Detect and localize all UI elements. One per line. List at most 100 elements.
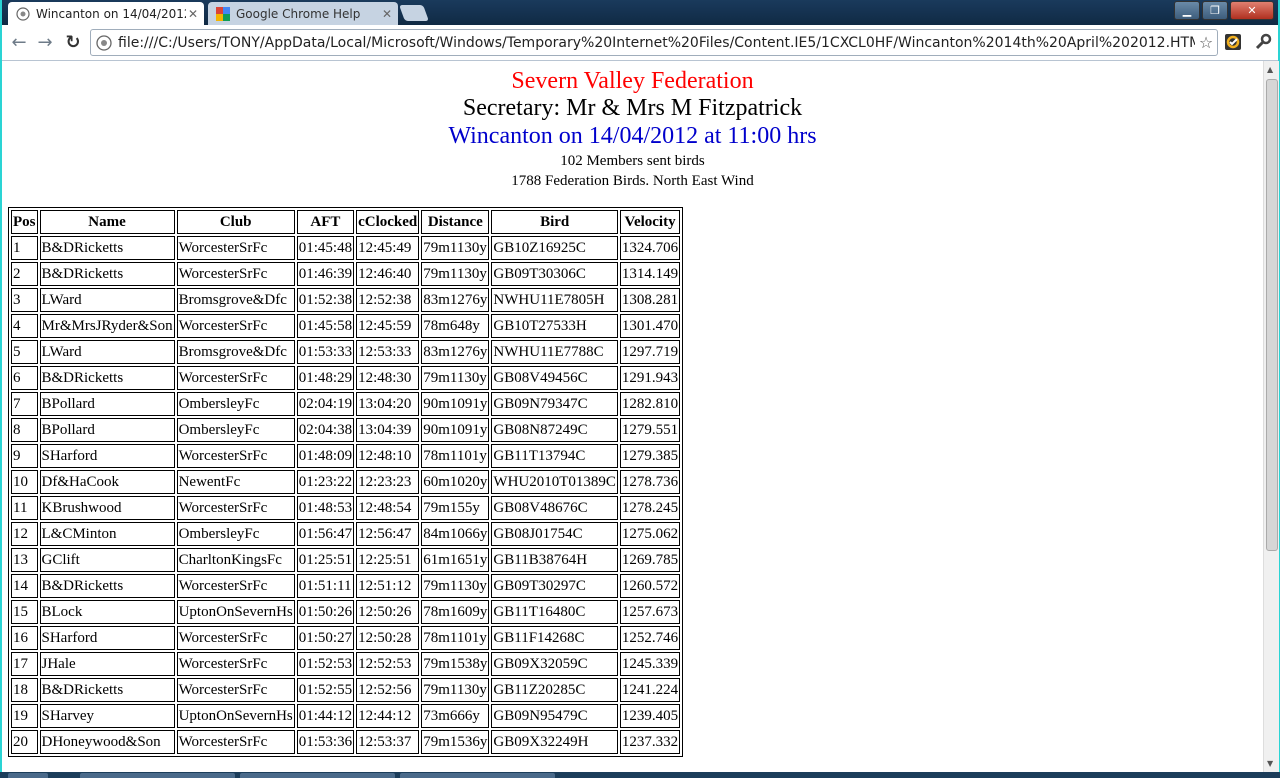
- vertical-scrollbar[interactable]: ▲ ▼: [1263, 61, 1279, 772]
- header-pos: Pos: [11, 210, 38, 234]
- scroll-up-icon[interactable]: ▲: [1267, 65, 1273, 74]
- tab-chrome-help[interactable]: Google Chrome Help ✕: [208, 2, 398, 25]
- members-line: 102 Members sent birds: [560, 153, 705, 169]
- cell-name: LWard: [39, 340, 175, 364]
- taskbar-item[interactable]: [400, 773, 555, 778]
- cell-name: B&DRicketts: [39, 236, 175, 260]
- cell-distance: 79m1130y: [421, 366, 490, 390]
- cell-aft: 01:23:22: [296, 470, 355, 494]
- cell-bird: GB09T30297C: [491, 574, 618, 598]
- cell-bird: GB09X32249H: [491, 730, 618, 754]
- table-row: 4 Mr&MrsJRyder&Son WorcesterSrFc 01:45:58 12…: [11, 314, 681, 338]
- table-row: 1 B&DRicketts WorcesterSrFc 01:45:48 12:45:4…: [11, 236, 681, 260]
- taskbar-item[interactable]: [80, 773, 235, 778]
- cell-distance: 78m1609y: [421, 600, 490, 624]
- cell-velocity: 1241.224: [619, 678, 681, 702]
- cell-distance: 83m1276y: [421, 340, 490, 364]
- cell-velocity: 1308.281: [619, 288, 681, 312]
- cell-club: WorcesterSrFc: [176, 626, 295, 650]
- close-icon[interactable]: ✕: [380, 7, 394, 21]
- cell-velocity: 1291.943: [619, 366, 681, 390]
- cell-distance: 84m1066y: [421, 522, 490, 546]
- cell-velocity: 1314.149: [619, 262, 681, 286]
- cell-velocity: 1279.385: [619, 444, 681, 468]
- cell-club: Bromsgrove&Dfc: [176, 288, 295, 312]
- cell-club: WorcesterSrFc: [176, 236, 295, 260]
- browser-toolbar: ← → ↻ file:///C:/Users/TONY/AppData/Loca…: [2, 25, 1278, 61]
- cell-aft: 01:52:55: [296, 678, 355, 702]
- minimize-icon[interactable]: ▁: [1174, 1, 1200, 20]
- cell-name: SHarford: [39, 626, 175, 650]
- cell-club: WorcesterSrFc: [176, 314, 295, 338]
- taskbar-item[interactable]: [240, 773, 395, 778]
- table-row: 10 Df&HaCook NewentFc 01:23:22 12:23:23 60m10…: [11, 470, 681, 494]
- cell-distance: 79m155y: [421, 496, 490, 520]
- cell-clocked: 12:56:47: [356, 522, 420, 546]
- cell-pos: 4: [11, 314, 38, 338]
- cell-club: WorcesterSrFc: [176, 574, 295, 598]
- cell-distance: 79m1538y: [421, 652, 490, 676]
- cell-clocked: 12:48:30: [356, 366, 420, 390]
- cell-clocked: 13:04:20: [356, 392, 420, 416]
- cell-bird: GB08V49456C: [491, 366, 618, 390]
- cell-velocity: 1239.405: [619, 704, 681, 728]
- wrench-icon[interactable]: [1253, 32, 1273, 52]
- cell-name: Df&HaCook: [39, 470, 175, 494]
- cell-distance: 61m1651y: [421, 548, 490, 572]
- cell-velocity: 1245.339: [619, 652, 681, 676]
- federation-title: Severn Valley Federation: [511, 68, 754, 94]
- tab-wincanton[interactable]: Wincanton on 14/04/2012 a ✕: [8, 2, 204, 25]
- cell-distance: 90m1091y: [421, 418, 490, 442]
- cell-bird: NWHU11E7805H: [491, 288, 618, 312]
- tab-title: Google Chrome Help: [236, 6, 361, 21]
- scrollbar-thumb[interactable]: [1266, 79, 1278, 551]
- reload-icon[interactable]: ↻: [62, 31, 84, 53]
- table-row: 5 LWard Bromsgrove&Dfc 01:53:33 12:53:33 83m1…: [11, 340, 681, 364]
- back-icon[interactable]: ←: [8, 31, 30, 53]
- cell-club: Bromsgrove&Dfc: [176, 340, 295, 364]
- extension-icon[interactable]: [1223, 32, 1243, 52]
- cell-name: B&DRicketts: [39, 262, 175, 286]
- new-tab-button[interactable]: [399, 5, 429, 21]
- cell-name: GClift: [39, 548, 175, 572]
- cell-club: WorcesterSrFc: [176, 262, 295, 286]
- cell-pos: 12: [11, 522, 38, 546]
- cell-clocked: 12:51:12: [356, 574, 420, 598]
- scroll-down-icon[interactable]: ▼: [1267, 759, 1273, 768]
- close-icon[interactable]: ✕: [186, 7, 200, 21]
- cell-distance: 73m666y: [421, 704, 490, 728]
- cell-bird: GB08N87249C: [491, 418, 618, 442]
- cell-aft: 01:51:11: [296, 574, 355, 598]
- cell-velocity: 1278.736: [619, 470, 681, 494]
- cell-pos: 16: [11, 626, 38, 650]
- cell-club: UptonOnSevernHs: [176, 704, 295, 728]
- close-window-icon[interactable]: ✕: [1230, 1, 1274, 20]
- cell-clocked: 12:52:53: [356, 652, 420, 676]
- cell-aft: 01:53:33: [296, 340, 355, 364]
- cell-distance: 79m1536y: [421, 730, 490, 754]
- cell-velocity: 1237.332: [619, 730, 681, 754]
- cell-distance: 79m1130y: [421, 574, 490, 598]
- cell-club: WorcesterSrFc: [176, 366, 295, 390]
- url-text: file:///C:/Users/TONY/AppData/Local/Micr…: [118, 34, 1195, 51]
- cell-aft: 01:52:38: [296, 288, 355, 312]
- cell-aft: 01:44:12: [296, 704, 355, 728]
- cell-clocked: 12:52:56: [356, 678, 420, 702]
- maximize-icon[interactable]: ❐: [1202, 1, 1228, 20]
- start-button[interactable]: [8, 773, 48, 778]
- cell-name: SHarford: [39, 444, 175, 468]
- forward-icon[interactable]: →: [34, 31, 56, 53]
- star-icon[interactable]: ☆: [1195, 33, 1217, 52]
- cell-clocked: 12:53:37: [356, 730, 420, 754]
- cell-bird: GB09N95479C: [491, 704, 618, 728]
- table-row: 18 B&DRicketts WorcesterSrFc 01:52:55 12:52:…: [11, 678, 681, 702]
- cell-club: WorcesterSrFc: [176, 678, 295, 702]
- address-bar[interactable]: file:///C:/Users/TONY/AppData/Local/Micr…: [90, 29, 1218, 56]
- cell-clocked: 12:50:28: [356, 626, 420, 650]
- cell-aft: 01:45:58: [296, 314, 355, 338]
- table-row: 17 JHale WorcesterSrFc 01:52:53 12:52:53 79m1…: [11, 652, 681, 676]
- header-distance: Distance: [421, 210, 490, 234]
- cell-aft: 01:53:36: [296, 730, 355, 754]
- cell-clocked: 12:48:10: [356, 444, 420, 468]
- header-aft: AFT: [296, 210, 355, 234]
